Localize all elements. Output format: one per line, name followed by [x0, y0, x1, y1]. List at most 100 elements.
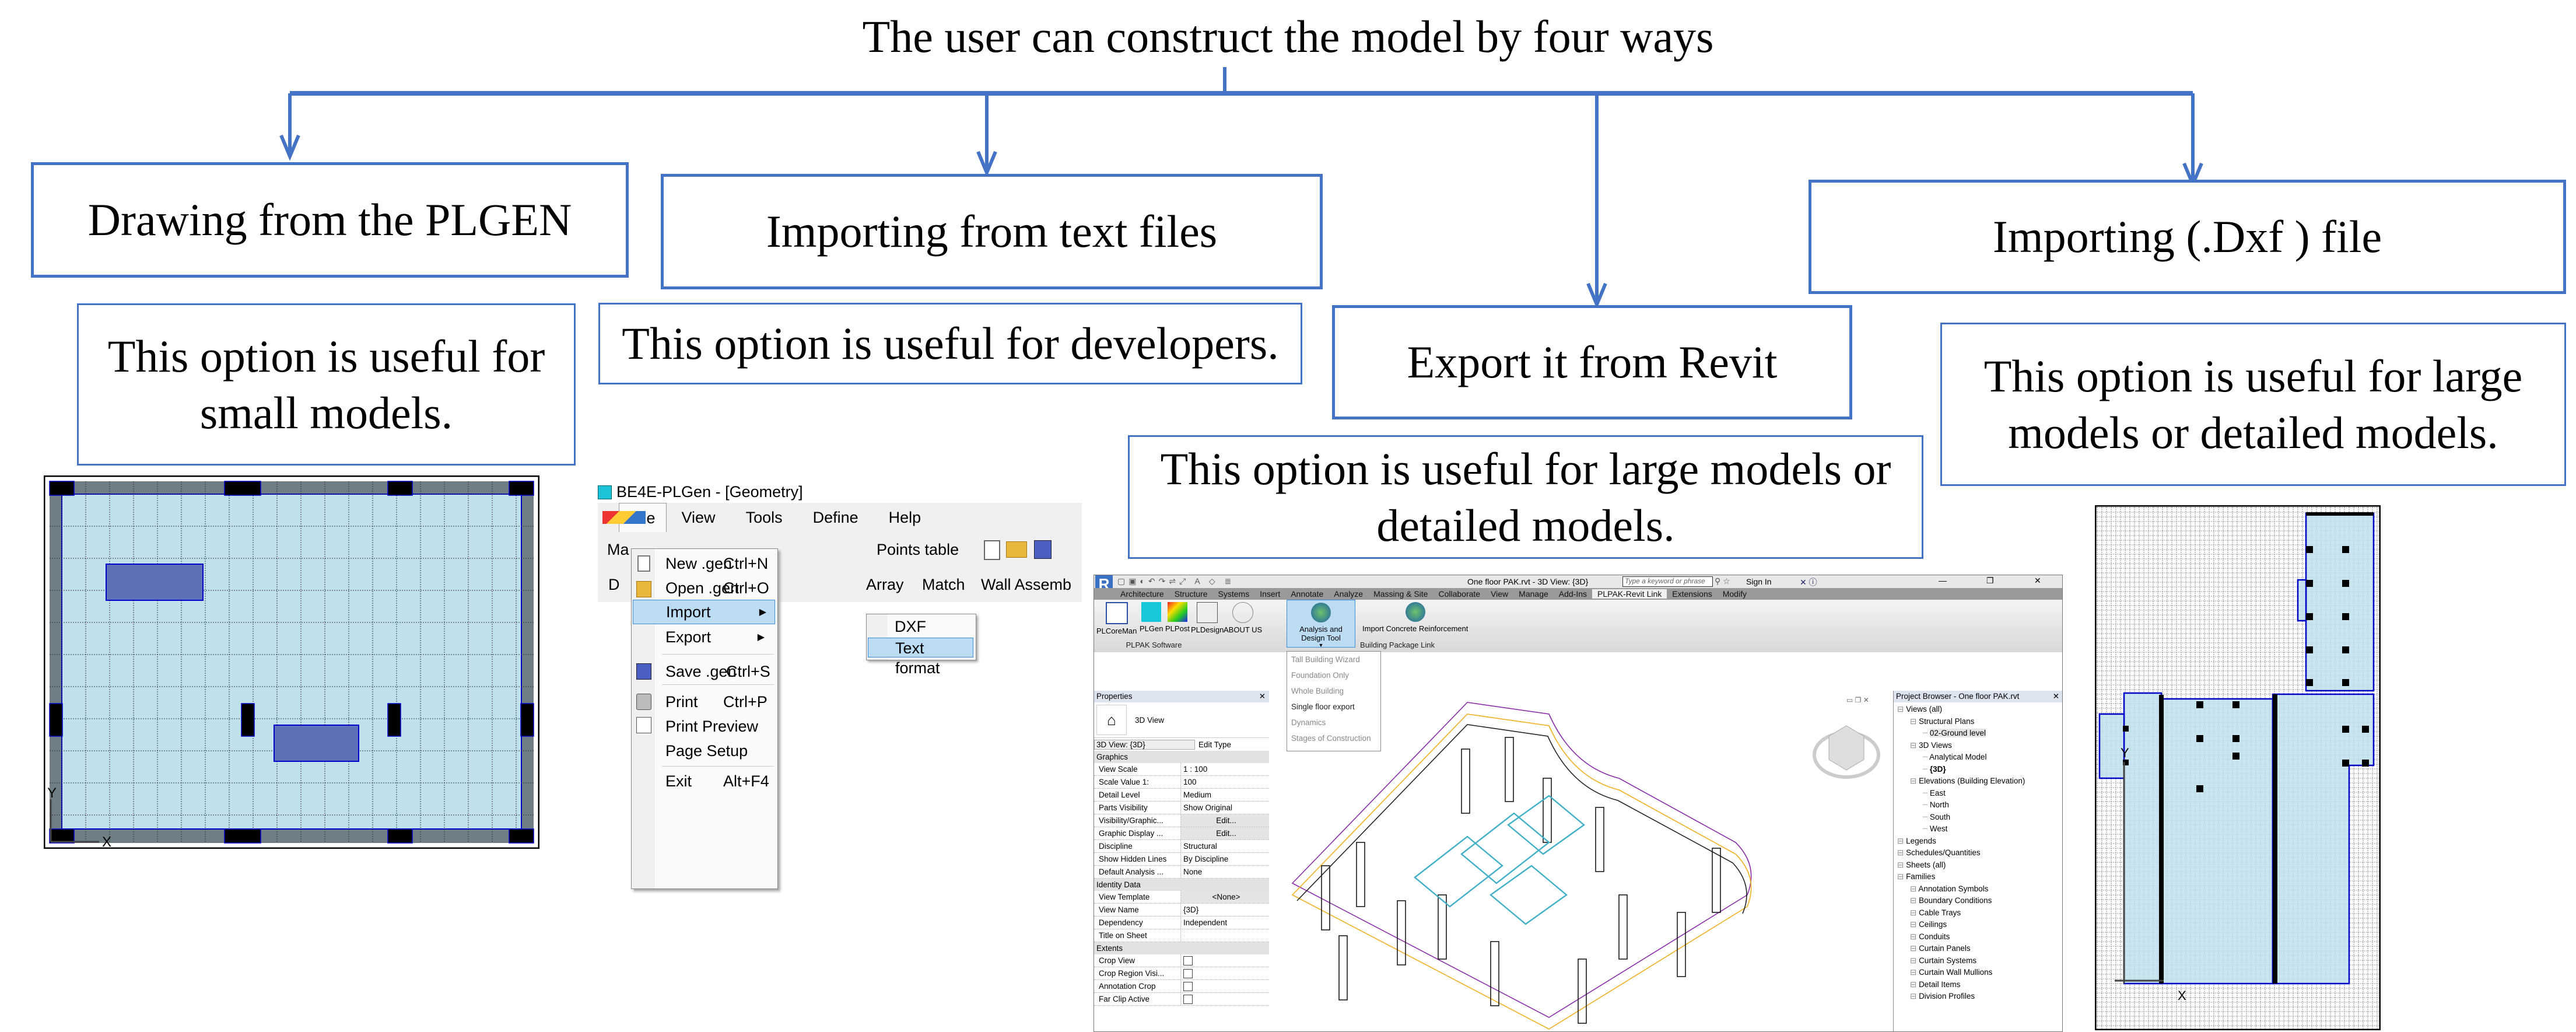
expand-toggle-icon[interactable]: ⊟	[1897, 837, 1906, 845]
expand-toggle-icon[interactable]: ⊟	[1897, 848, 1906, 857]
tree-node[interactable]: ┈ South	[1894, 811, 2062, 824]
menu-item-print-preview[interactable]: Print Preview	[636, 715, 773, 738]
expand-toggle-icon[interactable]: ⊟	[1910, 992, 1919, 1000]
property-value[interactable]: None	[1181, 866, 1269, 878]
tree-node[interactable]: ⊟ Schedules/Quantities	[1894, 847, 2062, 859]
expand-toggle-icon[interactable]: ⊟	[1910, 896, 1919, 905]
view-selector[interactable]: 3D View: {3D}	[1094, 739, 1195, 750]
tree-node[interactable]: ⊟ Curtain Panels	[1894, 943, 2062, 955]
tree-node[interactable]: ⊟ 3D Views	[1894, 740, 2062, 752]
tree-node[interactable]: ⊟ Ceilings	[1894, 919, 2062, 931]
property-value[interactable]: By Discipline	[1181, 853, 1269, 865]
checkbox[interactable]	[1183, 982, 1193, 992]
menu-define[interactable]: Define	[798, 509, 874, 527]
binoculars-icon[interactable]: ⚲ ☆	[1715, 576, 1730, 586]
ribbon-tab[interactable]: Extensions	[1667, 589, 1717, 599]
property-value[interactable]: Edit...	[1181, 814, 1269, 827]
property-value[interactable]: 1 : 100	[1181, 763, 1269, 775]
expand-toggle-icon[interactable]: ⊟	[1897, 872, 1906, 881]
ribbon-tab[interactable]: Annotate	[1285, 589, 1329, 599]
menu-item-print[interactable]: Print Ctrl+P	[636, 690, 773, 713]
ribbon-tab[interactable]: Structure	[1169, 589, 1213, 599]
expand-toggle-icon[interactable]: ⊟	[1910, 956, 1919, 965]
tree-node[interactable]: ┈ East	[1894, 788, 2062, 800]
tree-node[interactable]: ⊟ Views (all)	[1894, 704, 2062, 716]
plgen-button[interactable]: PLGen	[1140, 602, 1163, 633]
match-button[interactable]: Match	[922, 576, 965, 594]
tree-node[interactable]: ⊟ Cable Trays	[1894, 907, 2062, 919]
close-button[interactable]: ✕	[2034, 576, 2041, 586]
menu-item-new[interactable]: New .gen Ctrl+N	[637, 552, 773, 575]
dropdown-item[interactable]: Single floor export	[1287, 699, 1380, 715]
tree-node[interactable]: ⊟ Elevations (Building Elevation)	[1894, 775, 2062, 788]
ribbon-tab[interactable]: Modify	[1718, 589, 1752, 599]
dropdown-item[interactable]: Foundation Only	[1287, 667, 1380, 683]
checkbox[interactable]	[1183, 995, 1193, 1005]
ribbon-tab[interactable]: Collaborate	[1433, 589, 1485, 599]
tree-node[interactable]: ⊟ Boundary Conditions	[1894, 895, 2062, 907]
viewport-window-controls[interactable]: ▭ ❐ ✕	[1846, 696, 1869, 704]
tree-node[interactable]: ┈ North	[1894, 799, 2062, 811]
quick-access-tools-icon[interactable]: ▢▣◐↶↷⇌⤢ A ◇ ≣	[1117, 576, 1235, 586]
expand-toggle-icon[interactable]: ⊟	[1897, 705, 1906, 713]
ribbon-tab[interactable]: Massing & Site	[1368, 589, 1433, 599]
tree-node[interactable]: ⊟ Detail Items	[1894, 979, 2062, 991]
array-button[interactable]: Array	[866, 576, 904, 594]
points-table-button[interactable]: Points table	[877, 541, 959, 559]
expand-toggle-icon[interactable]: ⊟	[1910, 776, 1919, 785]
expand-toggle-icon[interactable]: ⊟	[1910, 717, 1919, 726]
property-value[interactable]	[1181, 929, 1269, 942]
expand-toggle-icon[interactable]: ⊟	[1910, 968, 1919, 977]
tree-node[interactable]: ⊟ Curtain Wall Mullions	[1894, 967, 2062, 979]
menu-item-import[interactable]: Import ▶	[633, 600, 775, 624]
restore-button[interactable]: ❐	[1986, 576, 1994, 586]
pldesign-button[interactable]: PLDesign	[1191, 602, 1224, 634]
property-value[interactable]	[1181, 967, 1269, 979]
property-value[interactable]	[1181, 993, 1269, 1005]
property-group-header[interactable]: Extents	[1094, 942, 1269, 954]
expand-toggle-icon[interactable]: ⊟	[1910, 741, 1919, 750]
save-icon[interactable]	[1034, 540, 1052, 559]
about-us-button[interactable]: ABOUT US	[1224, 602, 1262, 634]
menu-item-save[interactable]: Save .gen Ctrl+S	[636, 660, 773, 683]
tree-node[interactable]: ┈ {3D}	[1894, 764, 2062, 776]
expand-toggle-icon[interactable]: ⊟	[1910, 884, 1918, 893]
ribbon-tab[interactable]: Architecture	[1115, 589, 1169, 599]
tree-node[interactable]: ┈ West	[1894, 823, 2062, 835]
menu-help[interactable]: Help	[874, 509, 937, 527]
revit-search-input[interactable]: Type a keyword or phrase	[1622, 576, 1713, 587]
dropdown-item[interactable]: Tall Building Wizard	[1287, 652, 1380, 667]
property-value[interactable]	[1181, 954, 1269, 967]
expand-toggle-icon[interactable]: ⊟	[1910, 944, 1919, 953]
type-selector[interactable]: ⌂ 3D View	[1094, 702, 1269, 738]
submenu-item-text-format[interactable]: Text format	[868, 638, 973, 677]
property-value[interactable]: 100	[1181, 776, 1269, 788]
tree-node[interactable]: ⊟ Curtain Systems	[1894, 955, 2062, 967]
property-value[interactable]: Independent	[1181, 916, 1269, 929]
dropdown-item[interactable]: Whole Building	[1287, 683, 1380, 699]
edit-type-button[interactable]: Edit Type	[1198, 740, 1231, 749]
tree-node[interactable]: ⊟ Division Profiles	[1894, 991, 2062, 1003]
property-value[interactable]: Medium	[1181, 789, 1269, 801]
ribbon-tab[interactable]: Analyze	[1329, 589, 1368, 599]
submenu-item-dxf[interactable]: DXF	[895, 617, 926, 636]
ribbon-tab[interactable]: Insert	[1254, 589, 1285, 599]
view-cube[interactable]	[1813, 725, 1880, 779]
toolbar-clipped-label[interactable]: D	[608, 576, 620, 594]
menu-item-export[interactable]: Export ▶	[656, 625, 773, 649]
help-icon[interactable]: ✕ ⓘ	[1800, 576, 1817, 588]
tree-node[interactable]: ⊟ Structural Plans	[1894, 716, 2062, 728]
dropdown-item[interactable]: Dynamics	[1287, 715, 1380, 730]
ribbon-tab[interactable]: View	[1485, 589, 1513, 599]
expand-toggle-icon[interactable]: ⊟	[1910, 920, 1919, 929]
property-group-header[interactable]: Graphics	[1094, 751, 1269, 763]
property-value[interactable]: Show Original	[1181, 802, 1269, 814]
menu-view[interactable]: View	[667, 509, 731, 527]
close-icon[interactable]: ✕	[2053, 691, 2059, 702]
ribbon-tab[interactable]: Add-Ins	[1554, 589, 1592, 599]
sign-in-button[interactable]: Sign In	[1746, 577, 1772, 586]
checkbox[interactable]	[1183, 969, 1193, 979]
minimize-button[interactable]: —	[1939, 576, 1947, 585]
property-value[interactable]: Structural	[1181, 840, 1269, 852]
new-file-icon[interactable]	[984, 540, 1000, 560]
